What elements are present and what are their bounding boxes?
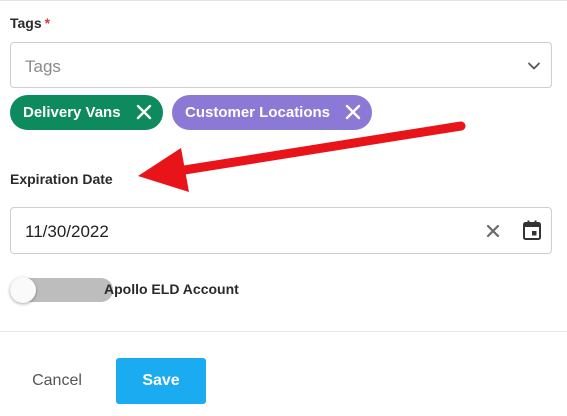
tags-label: Tags * — [10, 15, 50, 31]
toggle-knob — [10, 277, 36, 303]
tags-placeholder: Tags — [25, 57, 61, 76]
tags-label-text: Tags — [10, 15, 42, 31]
close-icon[interactable] — [484, 222, 502, 240]
tag-chip-delivery-vans: Delivery Vans — [10, 95, 163, 130]
top-border — [0, 0, 567, 1]
tag-chip-label: Customer Locations — [185, 104, 331, 121]
cancel-button[interactable]: Cancel — [16, 359, 98, 403]
expiration-date-input[interactable]: 11/30/2022 — [10, 207, 552, 254]
expiration-date-value: 11/30/2022 — [25, 222, 109, 241]
chevron-down-icon[interactable] — [527, 59, 541, 73]
tag-chip-customer-locations: Customer Locations — [172, 95, 372, 130]
close-icon[interactable] — [135, 103, 153, 121]
apollo-eld-label: Apollo ELD Account — [104, 281, 239, 297]
apollo-eld-toggle[interactable] — [10, 277, 113, 303]
close-icon[interactable] — [344, 103, 362, 121]
expiration-date-label: Expiration Date — [10, 171, 113, 187]
tag-chip-label: Delivery Vans — [23, 104, 121, 121]
required-asterisk: * — [44, 15, 51, 31]
footer-divider — [0, 331, 567, 332]
save-button[interactable]: Save — [116, 358, 206, 404]
calendar-icon[interactable] — [522, 220, 542, 241]
tags-select[interactable]: Tags — [10, 42, 552, 88]
